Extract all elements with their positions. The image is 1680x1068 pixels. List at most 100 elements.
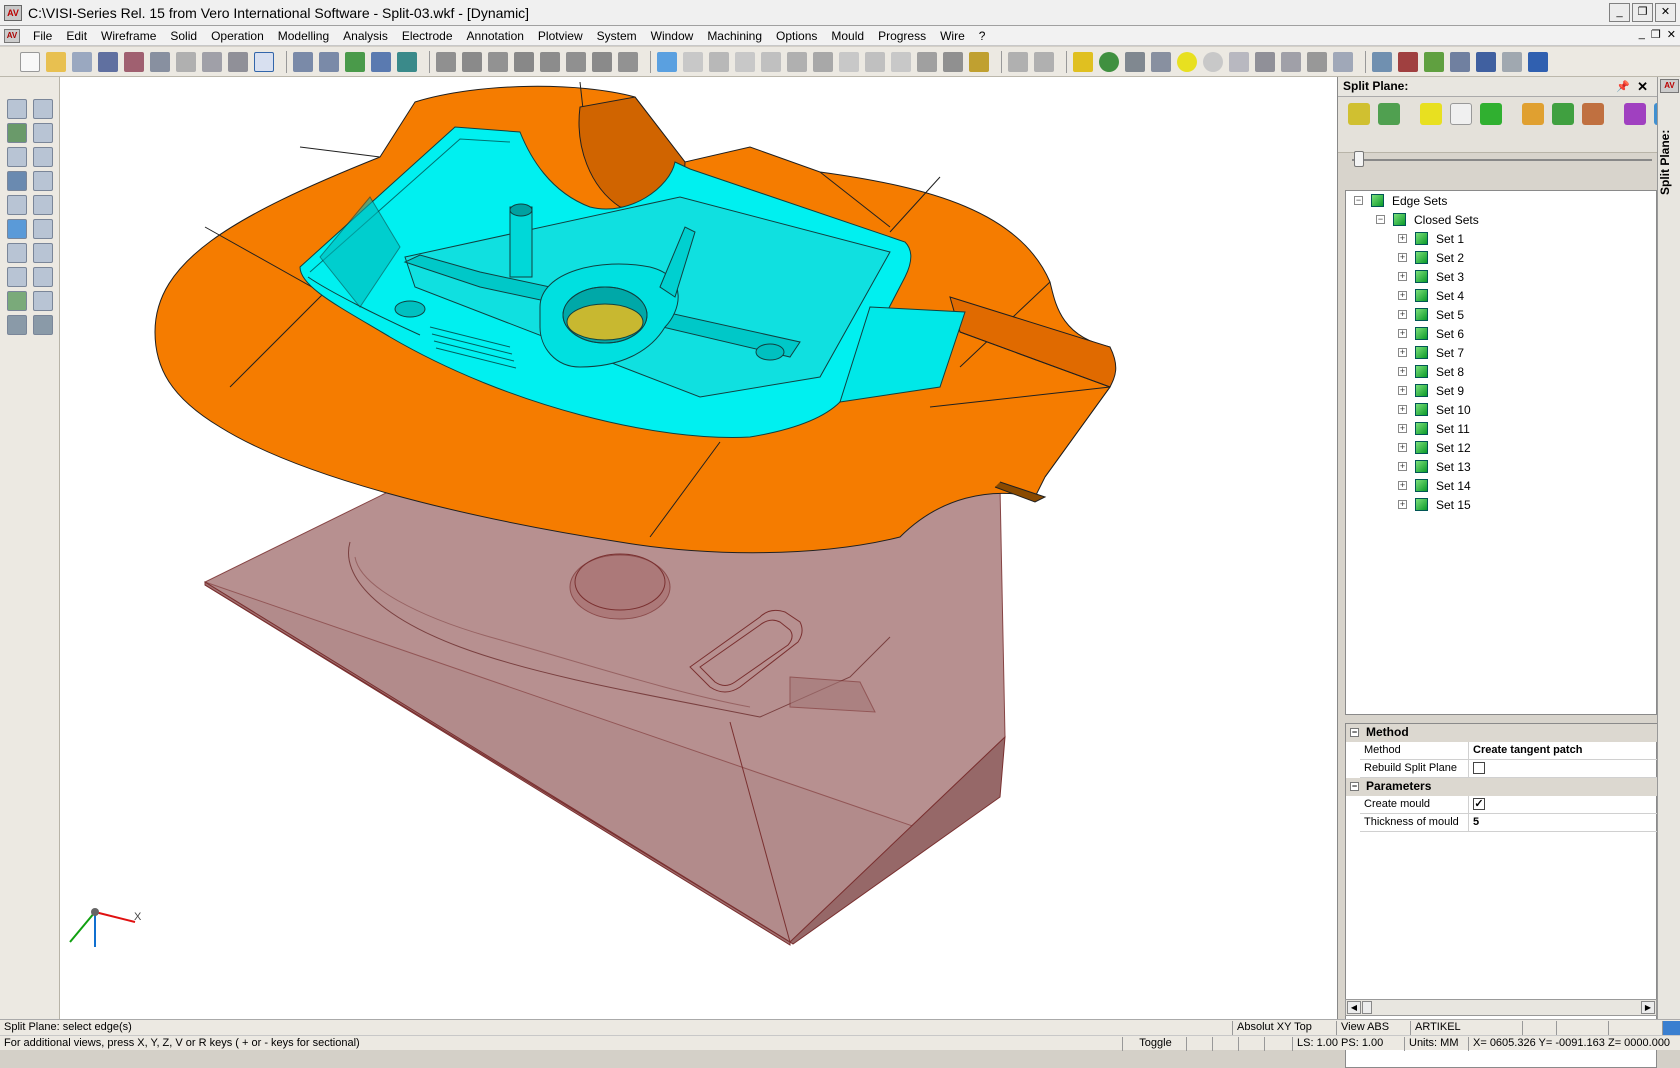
- mould-tool-6-icon[interactable]: [1502, 51, 1522, 72]
- restore-button[interactable]: ❐: [1632, 3, 1653, 22]
- settings-icon[interactable]: [1307, 51, 1327, 72]
- refresh-set-icon[interactable]: [1420, 103, 1442, 125]
- expand-icon[interactable]: +: [1398, 424, 1407, 433]
- undo-icon[interactable]: [1008, 51, 1028, 72]
- scroll-thumb[interactable]: [1362, 1001, 1372, 1014]
- cylinder-1-icon[interactable]: [683, 51, 703, 72]
- view-axis-icon[interactable]: [7, 171, 27, 191]
- import-icon[interactable]: [228, 51, 248, 72]
- query-icon[interactable]: [7, 243, 27, 263]
- select-pointer-icon[interactable]: [1450, 103, 1472, 125]
- tree-row-set[interactable]: + Set 4: [1398, 286, 1464, 305]
- horizontal-scrollbar[interactable]: ◀ ▶: [1345, 999, 1657, 1016]
- tree-row-set[interactable]: + Set 5: [1398, 305, 1464, 324]
- slider-thumb[interactable]: [1354, 151, 1364, 167]
- shade-5-icon[interactable]: [540, 51, 560, 72]
- menu-options[interactable]: Options: [769, 27, 824, 45]
- menu-system[interactable]: System: [590, 27, 644, 45]
- arrow-left-icon[interactable]: [7, 315, 27, 335]
- shade-8-icon[interactable]: [618, 51, 638, 72]
- export-icon[interactable]: [202, 51, 222, 72]
- 3d-viewport[interactable]: X: [60, 77, 1337, 1019]
- collapse-icon[interactable]: −: [1350, 782, 1359, 791]
- snap-toggle-icon[interactable]: [1212, 1037, 1236, 1051]
- help-icon[interactable]: [1348, 103, 1370, 125]
- warning-icon[interactable]: [1552, 103, 1574, 125]
- expand-icon[interactable]: +: [1398, 272, 1407, 281]
- status-layer[interactable]: ARTIKEL: [1410, 1021, 1520, 1035]
- menu-mould[interactable]: Mould: [824, 27, 871, 45]
- status-view-abs[interactable]: View ABS: [1336, 1021, 1408, 1035]
- cylinder-5-icon[interactable]: [787, 51, 807, 72]
- expand-icon[interactable]: +: [1398, 500, 1407, 509]
- new-file-icon[interactable]: [20, 51, 40, 72]
- tree-row-closed-sets[interactable]: − Closed Sets: [1376, 210, 1479, 229]
- mdi-restore-button[interactable]: ❐: [1651, 28, 1661, 41]
- zoom-area-icon[interactable]: [33, 291, 53, 311]
- mdi-minimize-button[interactable]: _: [1639, 28, 1645, 41]
- mould-tool-1-icon[interactable]: [1372, 51, 1392, 72]
- expand-icon[interactable]: +: [1398, 234, 1407, 243]
- parameters-section[interactable]: − Parameters: [1346, 778, 1658, 796]
- plane-icon[interactable]: [33, 195, 53, 215]
- tree-row-set[interactable]: + Set 8: [1398, 362, 1464, 381]
- thickness-value[interactable]: 5: [1473, 816, 1479, 828]
- shade-3-icon[interactable]: [488, 51, 508, 72]
- close-button[interactable]: ✕: [1655, 3, 1676, 22]
- block-icon[interactable]: [917, 51, 937, 72]
- minimize-button[interactable]: _: [1609, 3, 1630, 22]
- tool-icon[interactable]: [943, 51, 963, 72]
- box-color-icon[interactable]: [1073, 51, 1093, 72]
- collapse-icon[interactable]: −: [1350, 728, 1359, 737]
- patch-icon[interactable]: [1582, 103, 1604, 125]
- line-icon[interactable]: [345, 51, 365, 72]
- cylinder-9-icon[interactable]: [891, 51, 911, 72]
- corner-icon[interactable]: [33, 243, 53, 263]
- shade-2-icon[interactable]: [462, 51, 482, 72]
- table-icon[interactable]: [7, 291, 27, 311]
- open-folder-icon[interactable]: [46, 51, 66, 72]
- tree-row-set[interactable]: + Set 1: [1398, 229, 1464, 248]
- query-icon[interactable]: [1281, 51, 1301, 72]
- menu-machining[interactable]: Machining: [700, 27, 769, 45]
- menu-edit[interactable]: Edit: [59, 27, 94, 45]
- expand-icon[interactable]: +: [1398, 405, 1407, 414]
- menu-modelling[interactable]: Modelling: [271, 27, 336, 45]
- menu-analysis[interactable]: Analysis: [336, 27, 395, 45]
- tree-row-set[interactable]: + Set 2: [1398, 248, 1464, 267]
- tree-row-set[interactable]: + Set 6: [1398, 324, 1464, 343]
- save-as-icon[interactable]: [124, 51, 144, 72]
- delete-icon[interactable]: [7, 267, 27, 287]
- collapse-icon[interactable]: −: [1376, 215, 1385, 224]
- zoom-extents-icon[interactable]: [7, 123, 27, 143]
- cylinder-8-icon[interactable]: [865, 51, 885, 72]
- refresh-icon[interactable]: [657, 51, 677, 72]
- tree-row-set[interactable]: + Set 15: [1398, 495, 1471, 514]
- shade-mode-icon[interactable]: [1151, 51, 1171, 72]
- menu-operation[interactable]: Operation: [204, 27, 271, 45]
- expand-icon[interactable]: +: [1398, 481, 1407, 490]
- menu-solid[interactable]: Solid: [163, 27, 204, 45]
- grid-icon[interactable]: [969, 51, 989, 72]
- thickness-row[interactable]: Thickness of mould 5: [1360, 814, 1658, 832]
- redraw-icon[interactable]: [7, 219, 27, 239]
- tree-row-set[interactable]: + Set 14: [1398, 476, 1471, 495]
- expand-icon[interactable]: +: [1398, 310, 1407, 319]
- sphere-color-icon[interactable]: [1099, 51, 1119, 72]
- rebuild-row[interactable]: Rebuild Split Plane: [1360, 760, 1658, 778]
- arrow-right-icon[interactable]: [33, 315, 53, 335]
- cylinder-4-icon[interactable]: [761, 51, 781, 72]
- status-view-mode[interactable]: Absolut XY Top: [1232, 1021, 1334, 1035]
- measure-icon[interactable]: [33, 171, 53, 191]
- collapse-icon[interactable]: −: [1354, 196, 1363, 205]
- expand-icon[interactable]: +: [1398, 386, 1407, 395]
- create-mould-checkbox[interactable]: ✓: [1473, 798, 1485, 810]
- doc-logo-icon[interactable]: AV: [4, 28, 20, 43]
- window-split-icon[interactable]: [254, 51, 274, 72]
- mould-tool-5-icon[interactable]: [1476, 51, 1496, 72]
- light-icon[interactable]: [1125, 51, 1145, 72]
- tree-row-set[interactable]: + Set 9: [1398, 381, 1464, 400]
- method-value[interactable]: Create tangent patch: [1473, 744, 1582, 756]
- axis-icon[interactable]: [371, 51, 391, 72]
- edge-query-icon[interactable]: [1522, 103, 1544, 125]
